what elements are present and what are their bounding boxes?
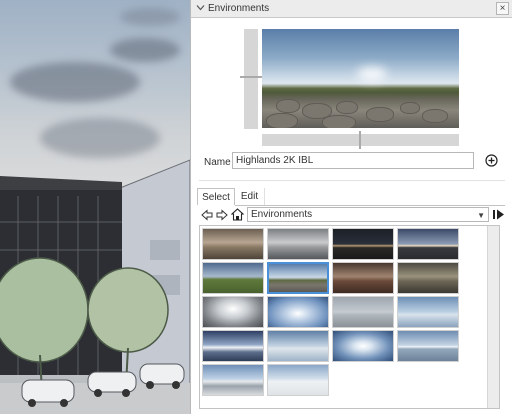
close-button[interactable]: ×	[496, 2, 509, 15]
rock	[276, 99, 300, 113]
environment-thumbnail[interactable]	[202, 330, 264, 362]
rock	[366, 107, 394, 122]
environment-thumbnail[interactable]	[332, 296, 394, 328]
forward-arrow-icon[interactable]	[216, 209, 228, 221]
vertical-slider[interactable]	[240, 29, 262, 129]
environment-thumbnail[interactable]	[202, 296, 264, 328]
name-input[interactable]	[232, 152, 474, 169]
chevron-down-icon[interactable]	[196, 3, 205, 12]
panel-titlebar[interactable]: Environments ×	[191, 0, 512, 18]
environment-thumbnail-grid	[199, 225, 500, 409]
vertical-slider-handle[interactable]	[240, 76, 262, 78]
environment-thumbnail[interactable]	[267, 228, 329, 260]
tab-edit[interactable]: Edit	[235, 188, 265, 205]
environment-thumbnail[interactable]	[267, 296, 329, 328]
scrollbar[interactable]	[487, 226, 499, 408]
environment-thumbnail[interactable]	[332, 330, 394, 362]
home-icon[interactable]	[231, 208, 244, 221]
details-arrow-icon[interactable]	[492, 208, 505, 221]
rock	[400, 102, 420, 114]
rock	[266, 113, 298, 128]
add-icon[interactable]	[485, 154, 498, 167]
environment-thumbnail[interactable]	[267, 330, 329, 362]
environment-thumbnail[interactable]	[202, 228, 264, 260]
environments-panel: Environments × Name S	[190, 0, 512, 414]
horizontal-slider-handle[interactable]	[359, 131, 361, 149]
environment-thumbnail[interactable]	[397, 330, 459, 362]
environment-thumbnail[interactable]	[202, 262, 264, 294]
divider	[199, 180, 505, 181]
environment-thumbnail[interactable]	[267, 262, 329, 294]
scene-drawing	[0, 159, 190, 414]
collection-dropdown-value: Environments	[251, 209, 313, 220]
rock	[422, 109, 448, 123]
back-arrow-icon[interactable]	[201, 209, 213, 221]
rock	[336, 101, 358, 114]
environment-thumbnail[interactable]	[397, 228, 459, 260]
name-label: Name	[204, 157, 231, 168]
sun-glow	[357, 67, 387, 81]
viewport-3d[interactable]	[0, 0, 190, 414]
panel-title: Environments	[208, 3, 270, 14]
panel-body: Name Select Edit Environments ▼	[191, 18, 512, 414]
environment-thumbnail[interactable]	[267, 364, 329, 396]
environment-preview[interactable]	[262, 29, 459, 128]
chevron-down-icon: ▼	[477, 211, 485, 220]
environment-thumbnail[interactable]	[332, 228, 394, 260]
tab-select[interactable]: Select	[197, 188, 235, 205]
environment-thumbnail[interactable]	[397, 262, 459, 294]
environment-thumbnail[interactable]	[202, 364, 264, 396]
collection-dropdown[interactable]: Environments ▼	[247, 207, 489, 222]
tab-underline	[235, 205, 505, 206]
rock	[322, 115, 356, 128]
horizontal-slider[interactable]	[262, 131, 459, 149]
environment-thumbnail[interactable]	[397, 296, 459, 328]
environment-thumbnail[interactable]	[332, 262, 394, 294]
